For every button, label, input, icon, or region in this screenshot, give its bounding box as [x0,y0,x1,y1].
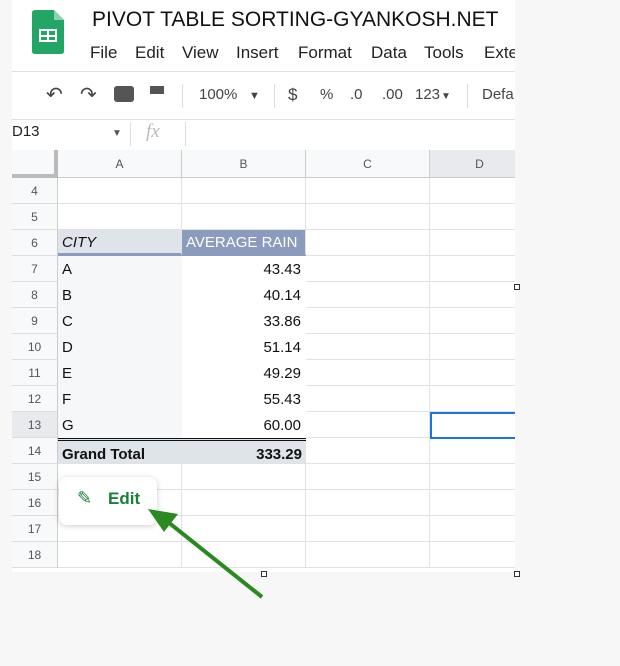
cell[interactable] [182,490,306,516]
select-all-corner[interactable] [12,150,58,178]
cell[interactable] [430,490,515,516]
cell[interactable] [306,438,430,464]
cell[interactable] [430,282,515,308]
cell[interactable] [182,464,306,490]
row-header[interactable]: 12 [12,386,58,412]
pivot-row-label[interactable]: C [58,308,182,334]
pivot-row-label[interactable]: A [58,256,182,282]
row-header[interactable]: 15 [12,464,58,490]
cell[interactable] [430,204,515,230]
cell[interactable] [430,464,515,490]
resize-handle[interactable] [514,284,520,290]
spreadsheet-window: PIVOT TABLE SORTING-GYANKOSH.NET File Ed… [12,0,515,572]
column-header-a[interactable]: A [58,150,182,178]
pivot-total-value[interactable]: 333.29 [182,438,306,464]
pivot-row-label[interactable]: F [58,386,182,412]
cell[interactable] [430,178,515,204]
cell[interactable] [306,178,430,204]
cell[interactable] [306,360,430,386]
row-header[interactable]: 6 [12,230,58,256]
cell[interactable] [306,256,430,282]
cell[interactable] [430,516,515,542]
cell[interactable] [182,178,306,204]
selected-cell-d13[interactable] [430,412,515,439]
cell[interactable] [430,308,515,334]
cell[interactable] [306,464,430,490]
cell[interactable] [430,334,515,360]
cell[interactable] [430,230,515,256]
cell[interactable] [430,386,515,412]
row-header[interactable]: 17 [12,516,58,542]
cell[interactable] [306,386,430,412]
cell[interactable] [430,360,515,386]
cell[interactable] [306,230,430,256]
column-header-b[interactable]: B [182,150,306,178]
cell[interactable] [430,256,515,282]
cell[interactable] [182,204,306,230]
cell[interactable] [58,178,182,204]
cell[interactable] [306,412,430,438]
pivot-row-value[interactable]: 55.43 [182,386,306,412]
cell[interactable] [182,542,306,568]
row-header[interactable]: 9 [12,308,58,334]
pivot-row-value[interactable]: 49.29 [182,360,306,386]
column-header-d[interactable]: D [430,150,515,178]
resize-handle[interactable] [261,571,267,577]
pivot-row-value[interactable]: 40.14 [182,282,306,308]
row-header[interactable]: 4 [12,178,58,204]
row-header[interactable]: 10 [12,334,58,360]
resize-handle[interactable] [514,571,520,577]
column-header-c[interactable]: C [306,150,430,178]
cell[interactable] [306,490,430,516]
pivot-total-label[interactable]: Grand Total [58,438,182,464]
row-header[interactable]: 8 [12,282,58,308]
pivot-row-label[interactable]: G [58,412,182,438]
cell[interactable] [430,438,515,464]
edit-label: Edit [108,489,141,508]
pivot-row-value[interactable]: 43.43 [182,256,306,282]
row-header[interactable]: 14 [12,438,58,464]
pivot-edit-button[interactable]: ✎ Edit [59,477,157,525]
pivot-row-value[interactable]: 33.86 [182,308,306,334]
cell[interactable] [58,542,182,568]
row-header[interactable]: 5 [12,204,58,230]
cell[interactable] [306,542,430,568]
pivot-header-average-rain[interactable]: AVERAGE RAIN [182,230,306,256]
pencil-icon: ✎ [77,488,93,508]
pivot-row-value[interactable]: 51.14 [182,334,306,360]
cell[interactable] [306,282,430,308]
row-header[interactable]: 18 [12,542,58,568]
pivot-row-label[interactable]: B [58,282,182,308]
cell[interactable] [306,308,430,334]
cell[interactable] [430,542,515,568]
row-header[interactable]: 16 [12,490,58,516]
cell[interactable] [58,204,182,230]
row-header[interactable]: 7 [12,256,58,282]
cell[interactable] [306,334,430,360]
pivot-row-value[interactable]: 60.00 [182,412,306,438]
row-header[interactable]: 13 [12,412,58,438]
pivot-row-label[interactable]: E [58,360,182,386]
cell[interactable] [182,516,306,542]
pivot-header-city[interactable]: CITY [58,230,182,256]
pivot-row-label[interactable]: D [58,334,182,360]
cell[interactable] [306,516,430,542]
cell[interactable] [306,204,430,230]
row-header[interactable]: 11 [12,360,58,386]
